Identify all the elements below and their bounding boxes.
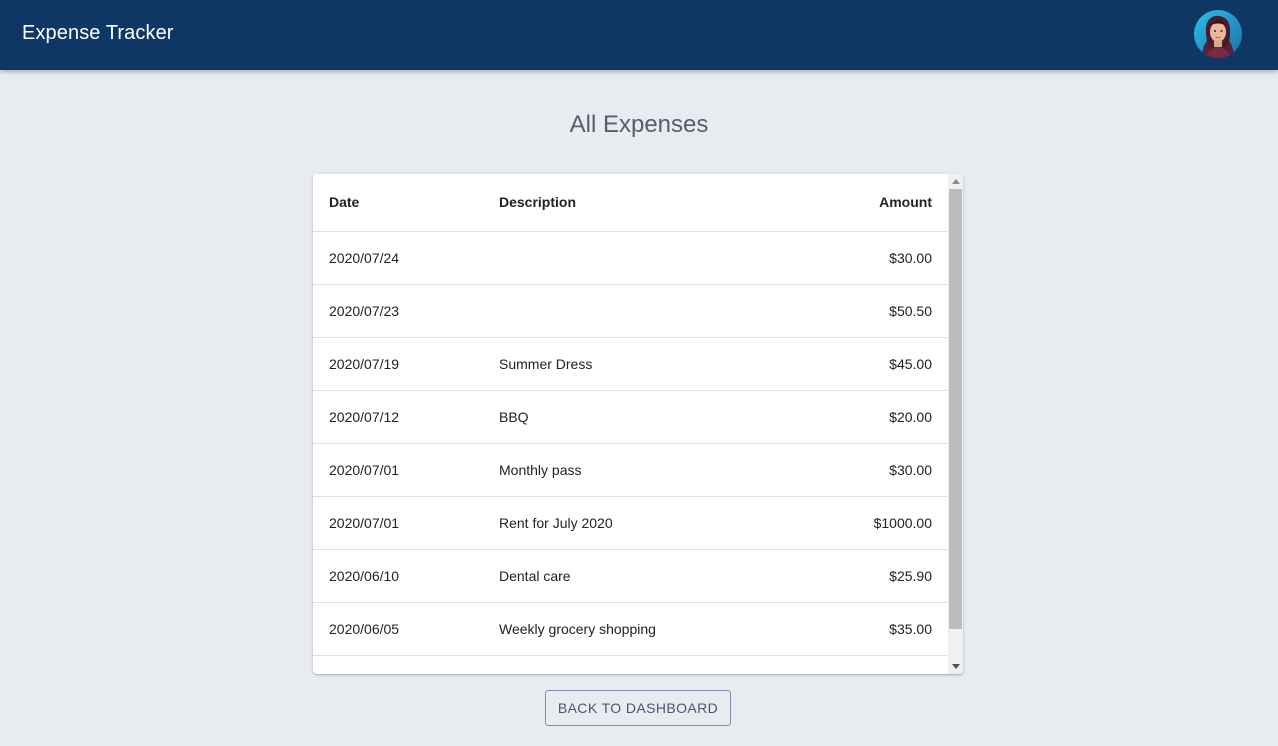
cell-amount: $30.00 — [783, 231, 948, 285]
cell-description: Summer Dress — [483, 337, 783, 391]
table-row[interactable]: 2020/07/23 $50.50 — [313, 284, 948, 338]
page-title: All Expenses — [569, 111, 709, 138]
table-row[interactable]: 2020/07/19 Summer Dress $45.00 — [313, 337, 948, 391]
cell-description: Dental care — [483, 549, 783, 603]
expenses-table: Date Description Amount 2020/07/24 $30.0… — [313, 174, 948, 674]
cell-description — [483, 284, 783, 338]
cell-amount: $50.50 — [783, 284, 948, 338]
table-row[interactable] — [313, 655, 948, 674]
cell-amount: $1000.00 — [783, 496, 948, 550]
cell-description: BBQ — [483, 390, 783, 444]
cell-date: 2020/07/19 — [313, 337, 483, 391]
cell-amount: $30.00 — [783, 443, 948, 497]
cell-date: 2020/06/05 — [313, 602, 483, 656]
cell-amount: $25.90 — [783, 549, 948, 603]
cell-amount: $35.00 — [783, 602, 948, 656]
cell-description — [483, 655, 783, 674]
column-header-date: Date — [313, 174, 483, 232]
scroll-up-arrow-icon[interactable] — [948, 174, 963, 189]
cell-date — [313, 655, 483, 674]
column-header-amount: Amount — [783, 174, 948, 232]
table-row[interactable]: 2020/07/12 BBQ $20.00 — [313, 390, 948, 444]
vertical-scrollbar[interactable] — [948, 174, 963, 674]
cell-description — [483, 231, 783, 285]
cell-date: 2020/07/01 — [313, 496, 483, 550]
column-header-description: Description — [483, 174, 783, 232]
expenses-table-card: Date Description Amount 2020/07/24 $30.0… — [313, 174, 963, 674]
cell-description: Monthly pass — [483, 443, 783, 497]
expenses-table-scroll-area[interactable]: Date Description Amount 2020/07/24 $30.0… — [313, 174, 948, 674]
cell-description: Weekly grocery shopping — [483, 602, 783, 656]
table-row[interactable]: 2020/07/01 Rent for July 2020 $1000.00 — [313, 496, 948, 550]
table-row[interactable]: 2020/06/10 Dental care $25.90 — [313, 549, 948, 603]
cell-date: 2020/06/10 — [313, 549, 483, 603]
scroll-down-arrow-icon[interactable] — [948, 659, 963, 674]
app-title: Expense Tracker — [22, 22, 174, 44]
cell-amount: $20.00 — [783, 390, 948, 444]
cell-date: 2020/07/01 — [313, 443, 483, 497]
table-header-row: Date Description Amount — [313, 174, 948, 232]
app-bar: Expense Tracker — [0, 0, 1278, 70]
back-to-dashboard-button[interactable]: BACK TO DASHBOARD — [545, 690, 731, 726]
cell-date: 2020/07/12 — [313, 390, 483, 444]
cell-amount: $45.00 — [783, 337, 948, 391]
cell-date: 2020/07/24 — [313, 231, 483, 285]
table-row[interactable]: 2020/07/24 $30.00 — [313, 231, 948, 285]
cell-description: Rent for July 2020 — [483, 496, 783, 550]
cell-date: 2020/07/23 — [313, 284, 483, 338]
scrollbar-thumb[interactable] — [949, 189, 962, 629]
table-row[interactable]: 2020/07/01 Monthly pass $30.00 — [313, 443, 948, 497]
table-row[interactable]: 2020/06/05 Weekly grocery shopping $35.0… — [313, 602, 948, 656]
cell-amount — [783, 655, 948, 674]
user-avatar-icon[interactable] — [1194, 10, 1242, 58]
